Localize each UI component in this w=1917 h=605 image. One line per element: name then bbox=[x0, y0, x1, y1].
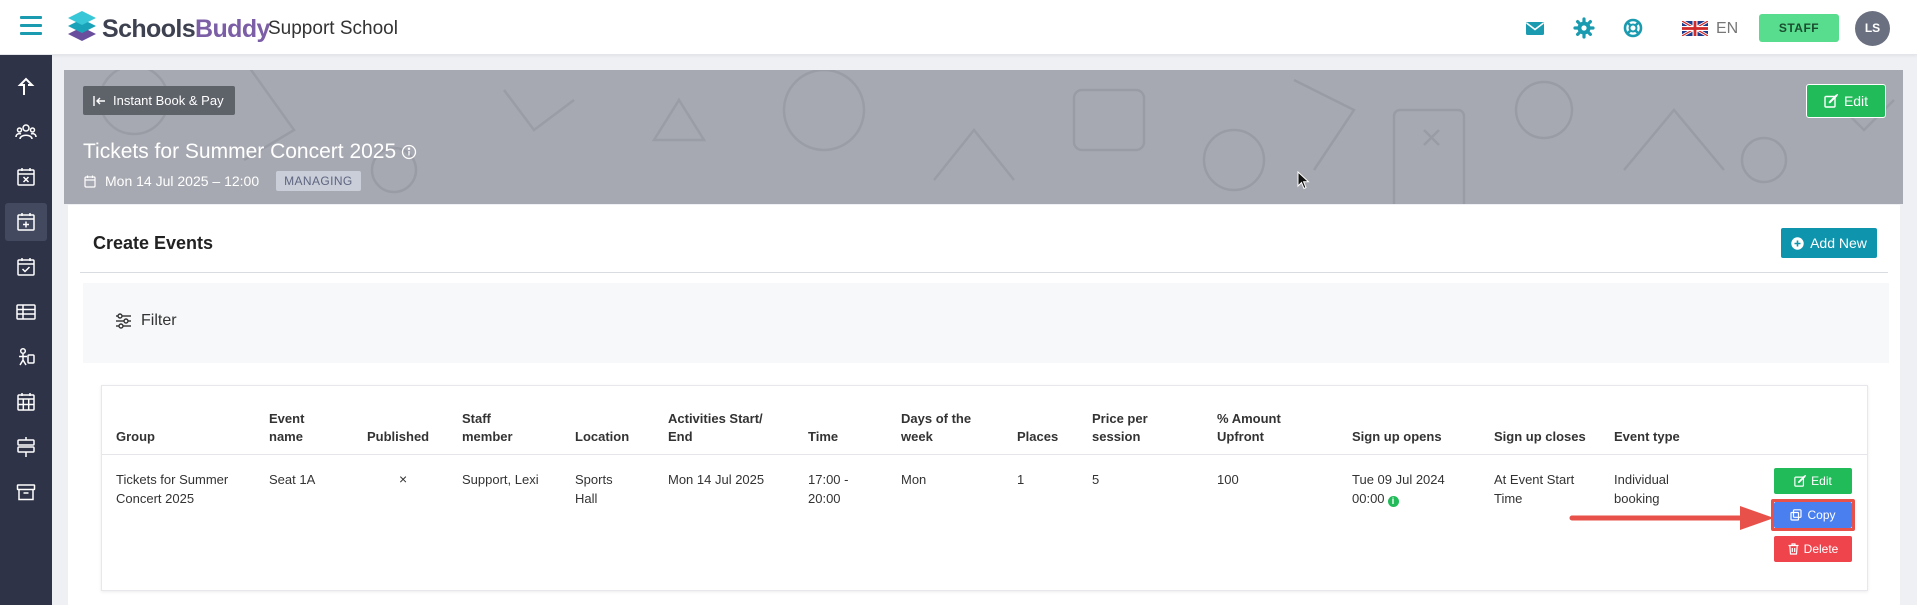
header-published[interactable]: Published bbox=[367, 402, 447, 446]
sidebar-item-activities[interactable] bbox=[5, 338, 47, 376]
cell-staff-member: Support, Lexi bbox=[462, 472, 539, 487]
cell-group: Tickets for Summer Concert 2025 bbox=[116, 472, 229, 506]
share-icon bbox=[17, 77, 35, 95]
cell-time: 17:00 - 20:00 bbox=[808, 472, 849, 506]
calendar-check-icon bbox=[17, 258, 35, 276]
events-table: Group Event name Published Staff member … bbox=[101, 385, 1868, 591]
header-amount[interactable]: % Amount Upfront bbox=[1217, 402, 1307, 446]
lifebuoy-icon[interactable] bbox=[1622, 17, 1644, 39]
cell-signup-opens: Tue 09 Jul 2024 00:00 i bbox=[1352, 470, 1452, 508]
cell-amount: 100 bbox=[1217, 472, 1239, 487]
calendar-icon bbox=[84, 175, 96, 188]
gear-icon[interactable] bbox=[1573, 17, 1595, 39]
calendar-grid-icon bbox=[17, 393, 35, 411]
sidebar-item-cancel[interactable] bbox=[5, 158, 47, 196]
calendar-cancel-icon bbox=[17, 168, 35, 186]
sidebar-item-share[interactable] bbox=[5, 68, 47, 106]
top-bar: SchoolsBuddy Support School EN STAFF LS bbox=[0, 0, 1917, 55]
edit-event-label: Edit bbox=[1843, 93, 1869, 109]
sidebar-item-table[interactable] bbox=[5, 293, 47, 331]
row-copy-label: Copy bbox=[1807, 508, 1836, 522]
cell-activities: Mon 14 Jul 2025 bbox=[668, 472, 765, 487]
page-title: Tickets for Summer Concert 2025 bbox=[83, 140, 397, 163]
users-icon bbox=[15, 124, 37, 140]
event-banner: Instant Book & Pay Edit Tickets for Summ… bbox=[64, 70, 1903, 204]
filter-label: Filter bbox=[141, 312, 177, 329]
header-time[interactable]: Time bbox=[808, 402, 868, 446]
edit-icon bbox=[1824, 94, 1838, 108]
header-days[interactable]: Days of the week bbox=[901, 402, 991, 446]
event-date: Mon 14 Jul 2025 – 12:00 bbox=[105, 173, 260, 189]
mouse-cursor-icon bbox=[1297, 171, 1310, 190]
arrow-left-bar-icon bbox=[93, 95, 105, 106]
row-edit-button[interactable]: Edit bbox=[1774, 468, 1852, 494]
cell-days: Mon bbox=[901, 472, 927, 487]
cell-price: 5 bbox=[1092, 472, 1100, 487]
person-icon bbox=[19, 347, 35, 366]
sidebar-item-events[interactable] bbox=[5, 203, 47, 241]
status-badge: MANAGING bbox=[276, 171, 361, 191]
row-copy-button[interactable]: Copy bbox=[1774, 502, 1852, 528]
language-selector[interactable]: EN bbox=[1716, 20, 1738, 38]
annotation-arrow-icon bbox=[1569, 506, 1774, 530]
brand-part1: Schools bbox=[102, 15, 196, 43]
sidebar-item-bookings[interactable] bbox=[5, 248, 47, 286]
calendar-add-icon bbox=[17, 213, 35, 231]
header-event-name[interactable]: Event name bbox=[269, 402, 339, 446]
back-button-label: Instant Book & Pay bbox=[113, 93, 224, 108]
header-signup-opens[interactable]: Sign up opens bbox=[1352, 402, 1462, 446]
row-delete-button[interactable]: Delete bbox=[1774, 536, 1852, 562]
header-group[interactable]: Group bbox=[116, 402, 256, 446]
edit-event-button[interactable]: Edit bbox=[1806, 84, 1886, 118]
row-delete-label: Delete bbox=[1803, 542, 1839, 556]
plus-circle-icon bbox=[1791, 236, 1804, 250]
header-price[interactable]: Price per session bbox=[1092, 402, 1172, 446]
table-icon bbox=[16, 304, 36, 320]
copy-icon bbox=[1790, 509, 1803, 521]
header-staff-member[interactable]: Staff member bbox=[462, 402, 542, 446]
cell-location: Sports Hall bbox=[575, 472, 613, 506]
trash-icon bbox=[1788, 543, 1799, 555]
sidebar-item-signpost[interactable] bbox=[5, 428, 47, 466]
edit-icon bbox=[1794, 475, 1807, 487]
sliders-icon bbox=[116, 313, 131, 329]
add-new-button[interactable]: Add New bbox=[1781, 228, 1877, 258]
brand-logo[interactable]: SchoolsBuddy bbox=[102, 14, 270, 44]
sidebar bbox=[0, 55, 52, 605]
header-divider bbox=[102, 454, 1867, 455]
row-edit-label: Edit bbox=[1811, 474, 1832, 488]
sidebar-item-users[interactable] bbox=[5, 113, 47, 151]
cell-places: 1 bbox=[1017, 472, 1025, 487]
section-title: Create Events bbox=[93, 233, 214, 253]
create-events-card: Create Events Add New Filter Group Event… bbox=[68, 205, 1900, 605]
sidebar-item-archive[interactable] bbox=[5, 473, 47, 511]
logo-icon bbox=[68, 11, 96, 41]
avatar[interactable]: LS bbox=[1855, 11, 1890, 46]
header-location[interactable]: Location bbox=[575, 402, 645, 446]
info-dot-icon[interactable]: i bbox=[1387, 496, 1399, 507]
sidebar-item-calendar[interactable] bbox=[5, 383, 47, 421]
header-places[interactable]: Places bbox=[1017, 402, 1077, 446]
add-new-label: Add New bbox=[1810, 235, 1867, 251]
brand-part2: Buddy bbox=[195, 15, 270, 43]
cell-published: × bbox=[399, 471, 408, 487]
header-signup-closes[interactable]: Sign up closes bbox=[1494, 402, 1604, 446]
uk-flag-icon[interactable] bbox=[1682, 21, 1708, 36]
header-activities[interactable]: Activities Start/ End bbox=[668, 402, 778, 446]
info-icon[interactable] bbox=[401, 144, 417, 160]
filter-toggle[interactable]: Filter bbox=[115, 312, 177, 330]
signpost-icon bbox=[17, 437, 35, 457]
archive-icon bbox=[16, 484, 36, 501]
mail-icon[interactable] bbox=[1524, 17, 1546, 39]
school-name: Support School bbox=[268, 18, 398, 39]
header-event-type[interactable]: Event type bbox=[1614, 402, 1714, 446]
cell-event-name: Seat 1A bbox=[269, 472, 316, 487]
back-button[interactable]: Instant Book & Pay bbox=[83, 86, 235, 115]
divider bbox=[80, 272, 1888, 273]
staff-button[interactable]: STAFF bbox=[1759, 14, 1839, 42]
filter-panel: Filter bbox=[83, 283, 1889, 363]
event-date-row: Mon 14 Jul 2025 – 12:00 MANAGING bbox=[84, 171, 361, 191]
menu-icon[interactable] bbox=[20, 16, 42, 36]
